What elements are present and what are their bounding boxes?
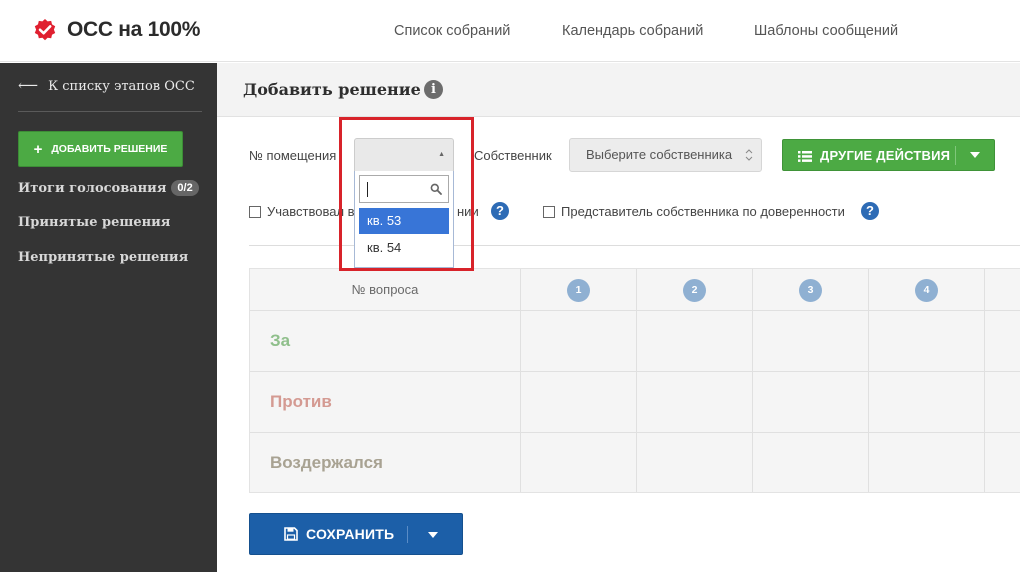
representative-label: Представитель собственника по довереннос… [561,204,845,219]
page-header: Добавить решение i [217,63,1020,117]
plus-icon: + [33,140,43,158]
logo[interactable]: ОСС на 100% [33,18,200,42]
button-divider [955,146,956,165]
column-divider [520,269,521,492]
button-divider [407,526,408,543]
vote-row-against: Против [270,392,332,411]
page-title: Добавить решение [243,80,421,99]
highlight-annotation-box [339,117,474,271]
list-icon [798,150,812,165]
add-decision-label: ДОБАВИТЬ РЕШЕНИЕ [51,143,168,155]
caret-down-icon[interactable] [428,532,438,538]
other-actions-button[interactable]: ДРУГИЕ ДЕЙСТВИЯ [782,139,995,171]
sidebar-item-label: Итоги голосования [18,180,167,196]
votes-table: № вопроса 1 2 3 4 За Против Воздержался [249,268,1020,493]
top-bar: ОСС на 100% Список собраний Календарь со… [0,0,1020,62]
row-divider [250,310,1020,311]
chevron-updown-icon [745,139,753,184]
sidebar-item-label: Непринятые решения [18,250,189,265]
help-icon[interactable]: ? [861,202,879,220]
brand-name: ОСС на 100% [67,18,201,41]
column-divider [752,269,753,492]
column-divider [868,269,869,492]
sidebar: ⟵ К списку этапов ОСС + ДОБАВИТЬ РЕШЕНИЕ… [0,63,217,572]
other-actions-label: ДРУГИЕ ДЕЙСТВИЯ [820,148,951,163]
question-number-badge: 4 [915,279,938,302]
sidebar-item-voting-results[interactable]: Итоги голосования 0/2 [18,180,199,196]
column-divider [636,269,637,492]
back-to-stages-link[interactable]: ⟵ К списку этапов ОСС [18,78,195,94]
vote-row-abstained: Воздержался [270,453,383,472]
participated-checkbox[interactable] [249,206,261,218]
vote-row-for: За [270,331,291,350]
sidebar-divider [18,111,202,112]
sidebar-item-accepted-decisions[interactable]: Принятые решения [18,215,170,230]
add-decision-button[interactable]: + ДОБАВИТЬ РЕШЕНИЕ [18,131,183,167]
nav-message-templates[interactable]: Шаблоны сообщений [754,23,898,39]
nav-meetings-calendar[interactable]: Календарь собраний [562,23,703,39]
column-divider [984,269,985,492]
floppy-disk-icon [284,527,298,544]
count-badge: 0/2 [171,180,199,196]
representative-checkbox[interactable] [543,206,555,218]
sidebar-item-label: Принятые решения [18,215,171,230]
check-badge-icon [34,19,56,41]
save-button[interactable]: СОХРАНИТЬ [249,513,463,555]
question-number-badge: 2 [683,279,706,302]
owner-select[interactable]: Выберите собственника [569,138,762,172]
nav-meetings-list[interactable]: Список собраний [394,23,510,39]
info-icon[interactable]: i [424,80,443,99]
row-divider [250,432,1020,433]
save-label: СОХРАНИТЬ [306,526,395,542]
question-number-badge: 3 [799,279,822,302]
row-divider [250,371,1020,372]
caret-down-icon[interactable] [970,152,980,158]
owner-label: Собственник [474,148,552,163]
question-number-badge: 1 [567,279,590,302]
room-label: № помещения [249,148,337,163]
owner-select-placeholder: Выберите собственника [586,147,733,162]
back-link-label: К списку этапов ОСС [48,78,195,94]
help-icon[interactable]: ? [491,202,509,220]
arrow-left-icon: ⟵ [18,78,39,94]
question-number-header: № вопроса [351,282,419,297]
sidebar-item-rejected-decisions[interactable]: Непринятые решения [18,250,188,265]
